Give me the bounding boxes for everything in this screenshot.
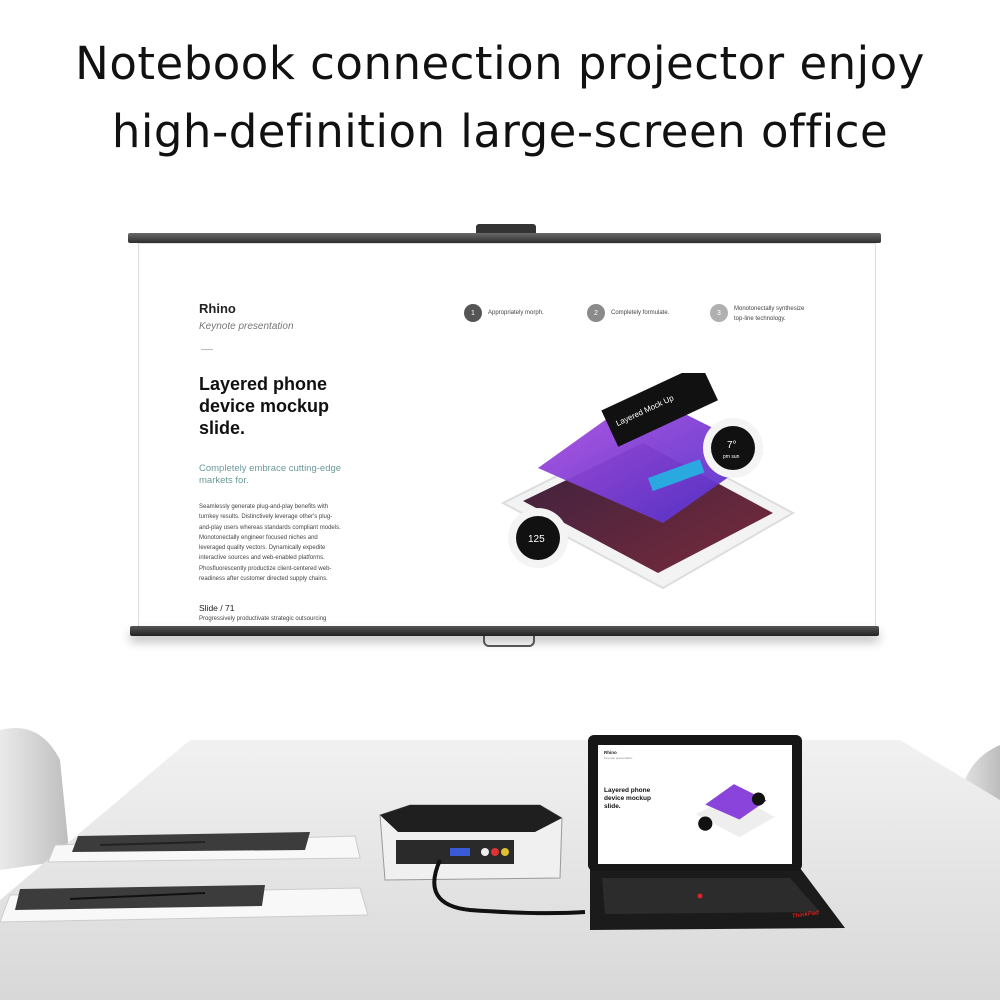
trackpoint: [697, 893, 703, 899]
conference-table-scene: [0, 728, 1000, 1000]
projector-port-white: [481, 848, 489, 856]
projector-top: [380, 805, 562, 832]
laptop-slide-title: Rhino: [604, 750, 617, 755]
projector-port-red: [491, 848, 499, 856]
projector-port-yellow: [501, 848, 509, 856]
projector-vga-port: [450, 848, 470, 856]
laptop-mockup-thumbnail: [695, 784, 775, 838]
laptop-slide-heading: Layered phone device mockup slide.: [604, 787, 651, 810]
laptop-display: Rhino Keynote presentation Layered phone…: [598, 745, 792, 864]
notebook-2-cover: [15, 885, 265, 910]
laptop-keyboard: [602, 878, 820, 914]
laptop-slide-subtitle: Keynote presentation: [604, 756, 633, 760]
